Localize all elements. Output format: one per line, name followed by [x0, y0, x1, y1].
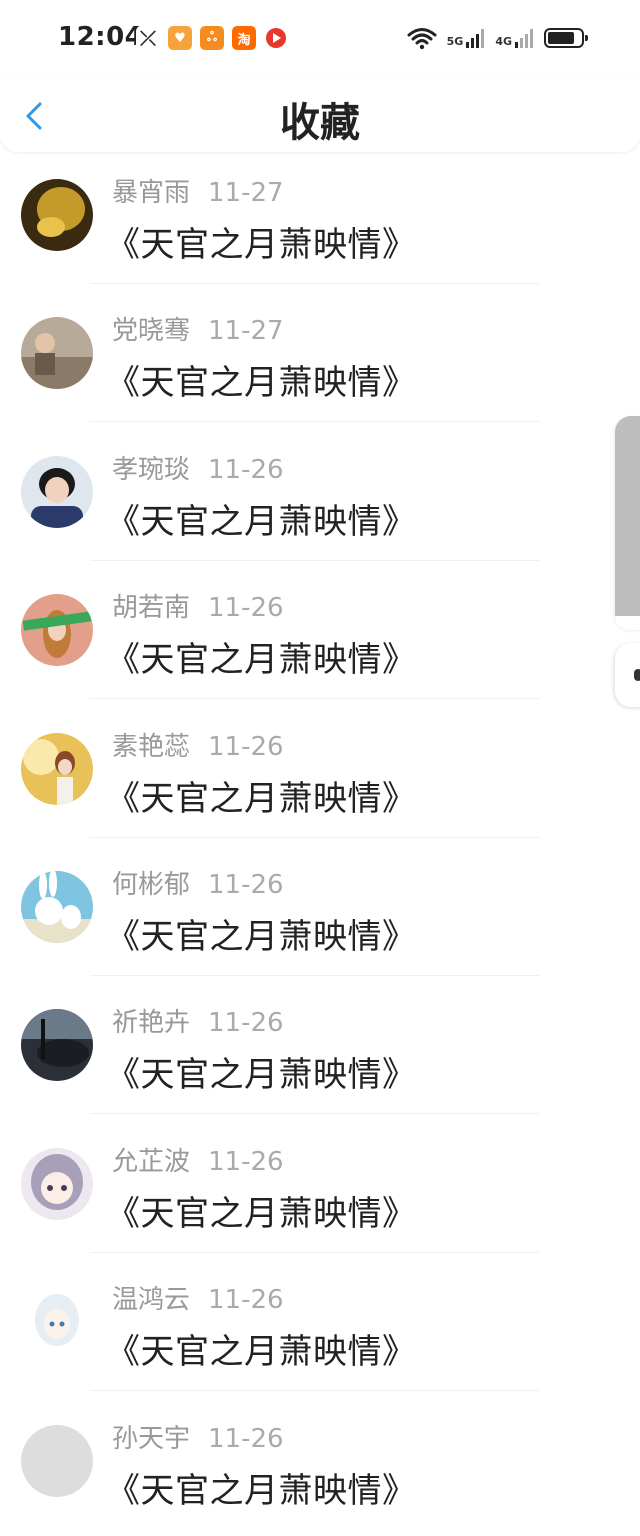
avatar[interactable] [21, 870, 93, 943]
item-meta: 温鸿云 11-26 [112, 1279, 284, 1316]
divider [90, 421, 540, 423]
item-title: 《天官之月萧映情》 [106, 225, 417, 265]
page-title: 收藏 [280, 100, 360, 146]
side-button-icon [634, 669, 640, 681]
avatar[interactable] [21, 594, 93, 667]
favorites-list: 暴宵雨 11-27 《天官之月萧映情》 党晓骞 11-27 《天官之月萧映情》 [0, 152, 640, 1536]
item-meta: 何彬郁 11-26 [112, 864, 284, 901]
battery-icon [544, 28, 588, 48]
item-date: 11-26 [208, 869, 284, 900]
video-app-icon [264, 26, 288, 50]
status-bar: 12:04 ⤫ ♥ ஃ 淘 5G 4G [0, 0, 640, 80]
author-name: 何彬郁 [112, 869, 191, 900]
avatar[interactable] [21, 1147, 93, 1220]
item-meta: 素艳蕊 11-26 [112, 726, 284, 763]
divider [90, 1113, 540, 1115]
author-name: 素艳蕊 [112, 731, 191, 762]
author-name: 胡若南 [112, 593, 191, 624]
list-item[interactable]: 何彬郁 11-26 《天官之月萧映情》 [0, 844, 640, 982]
avatar[interactable] [21, 1424, 93, 1497]
item-title: 《天官之月萧映情》 [106, 1193, 417, 1234]
item-title: 《天官之月萧映情》 [106, 363, 417, 404]
avatar[interactable] [21, 455, 93, 528]
author-name: 温鸿云 [112, 1285, 191, 1316]
item-meta: 允芷波 11-26 [112, 1141, 284, 1178]
item-title: 《天官之月萧映情》 [106, 778, 417, 819]
status-time: 12:04 [58, 22, 144, 52]
heart-app-icon: ♥ [168, 26, 192, 50]
top-bar: 收藏 [0, 80, 640, 152]
item-date: 11-27 [208, 178, 284, 208]
list-item[interactable]: 胡若南 11-26 《天官之月萧映情》 [0, 567, 640, 705]
item-date: 11-26 [208, 593, 284, 624]
item-title: 《天官之月萧映情》 [106, 1332, 417, 1373]
item-date: 11-27 [208, 316, 284, 347]
item-title: 《天官之月萧映情》 [106, 916, 417, 957]
item-title: 《天官之月萧映情》 [106, 501, 417, 542]
signal-4g: 4G [495, 28, 534, 48]
divider [90, 283, 540, 284]
author-name: 暴宵雨 [112, 178, 191, 208]
signal-bars-icon [515, 29, 533, 48]
item-date: 11-26 [208, 1285, 284, 1316]
avatar[interactable] [21, 317, 93, 390]
divider [90, 698, 540, 700]
divider [90, 559, 540, 561]
taobao-icon: 淘 [232, 26, 256, 50]
list-item[interactable]: 素艳蕊 11-26 《天官之月萧映情》 [0, 706, 640, 844]
item-title: 《天官之月萧映情》 [106, 1470, 417, 1511]
divider [90, 974, 540, 976]
divider [90, 836, 540, 838]
network-label-4g: 4G [495, 35, 512, 48]
notification-icons: ⤫ ♥ ஃ 淘 [136, 26, 288, 50]
avatar[interactable] [21, 1009, 93, 1082]
list-item[interactable]: 暴宵雨 11-27 《天官之月萧映情》 [0, 152, 640, 290]
avatar[interactable] [21, 732, 93, 805]
system-icons: 5G 4G [407, 26, 588, 50]
wifi-icon [407, 28, 437, 50]
author-name: 孝琬琰 [112, 454, 191, 485]
item-meta: 党晓骞 11-27 [112, 310, 284, 347]
item-date: 11-26 [208, 1146, 284, 1177]
item-meta: 孙天宇 11-26 [112, 1418, 284, 1455]
signal-5g: 5G [447, 28, 486, 48]
app-icon: ஃ [200, 26, 224, 50]
item-date: 11-26 [208, 1008, 284, 1039]
item-meta: 孝琬琰 11-26 [112, 449, 284, 486]
network-label-5g: 5G [446, 35, 464, 48]
list-item[interactable]: 孝琬琰 11-26 《天官之月萧映情》 [0, 429, 640, 567]
list-item[interactable]: 党晓骞 11-27 《天官之月萧映情》 [0, 290, 640, 428]
signal-bars-icon [466, 29, 485, 48]
author-name: 党晓骞 [112, 316, 191, 347]
list-item[interactable]: 温鸿云 11-26 《天官之月萧映情》 [0, 1259, 640, 1397]
list-item[interactable]: 祈艳卉 11-26 《天官之月萧映情》 [0, 982, 640, 1120]
item-meta: 暴宵雨 11-27 [112, 172, 284, 209]
missed-call-icon: ⤫ [136, 26, 160, 50]
item-date: 11-26 [208, 731, 284, 762]
avatar[interactable] [21, 179, 93, 251]
list-item[interactable]: 孙天宇 11-26 《天官之月萧映情》 [0, 1398, 640, 1536]
item-date: 11-26 [208, 454, 284, 485]
avatar[interactable] [21, 1286, 93, 1359]
list-item[interactable]: 允芷波 11-26 《天官之月萧映情》 [0, 1121, 640, 1259]
item-title: 《天官之月萧映情》 [106, 640, 417, 681]
author-name: 孙天宇 [112, 1423, 191, 1454]
author-name: 祈艳卉 [112, 1008, 191, 1039]
item-title: 《天官之月萧映情》 [106, 1055, 417, 1096]
floating-side-button[interactable] [615, 643, 640, 707]
side-panel[interactable] [615, 416, 640, 630]
author-name: 允芷波 [112, 1146, 191, 1177]
item-meta: 祈艳卉 11-26 [112, 1002, 284, 1039]
item-date: 11-26 [208, 1423, 284, 1454]
item-meta: 胡若南 11-26 [112, 587, 284, 624]
divider [90, 1390, 540, 1392]
divider [90, 1251, 540, 1253]
